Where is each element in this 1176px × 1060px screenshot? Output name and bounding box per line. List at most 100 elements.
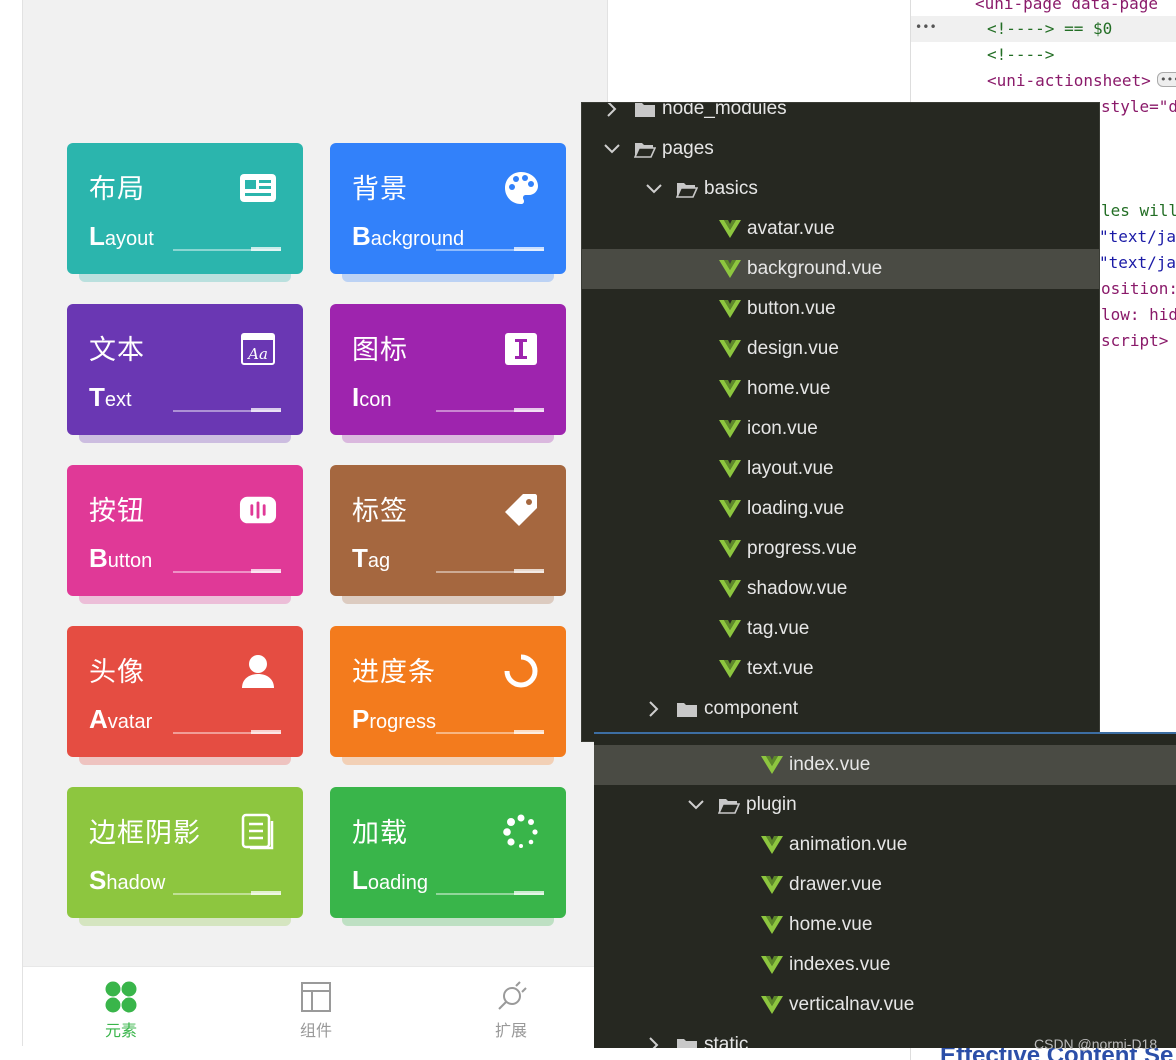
- chevron-down-icon[interactable]: [686, 795, 706, 815]
- devtools-line[interactable]: <uni-page data-page: [975, 0, 1158, 13]
- devtools-line[interactable]: osition:: [1101, 279, 1176, 298]
- file-explorer-panel: node_modules pages basics avatar.vue backgro…: [581, 102, 1100, 742]
- card-title: 进度条: [352, 657, 436, 688]
- file-label: home.vue: [747, 378, 831, 399]
- file-shadow[interactable]: shadow.vue: [582, 569, 1099, 609]
- vue-file-icon: [761, 995, 783, 1015]
- file-label: button.vue: [747, 298, 836, 319]
- file-label: layout.vue: [747, 458, 834, 479]
- tab-label: 组件: [299, 1021, 332, 1040]
- card-text[interactable]: 文本 Text Aa: [67, 304, 303, 443]
- card-subtitle-rest: ag: [367, 550, 391, 572]
- file-label: text.vue: [747, 658, 814, 679]
- file-avatar[interactable]: avatar.vue: [582, 209, 1099, 249]
- file-index[interactable]: index.vue: [594, 745, 1176, 785]
- tab-label: 扩展: [494, 1021, 527, 1040]
- card-title: 背景: [352, 174, 408, 205]
- folder-component[interactable]: component: [582, 689, 1099, 729]
- card-tag[interactable]: 标签 Tag: [330, 465, 566, 604]
- file-indexes[interactable]: indexes.vue: [594, 945, 1176, 985]
- devtools-line[interactable]: low: hid: [1101, 305, 1176, 324]
- vue-file-icon: [719, 219, 741, 239]
- devtools-line[interactable]: style="d: [1101, 97, 1176, 116]
- file-label: home.vue: [789, 914, 873, 935]
- file-home[interactable]: home.vue: [582, 369, 1099, 409]
- vue-file-icon: [719, 539, 741, 559]
- card-subtitle-rest: ext: [104, 389, 132, 411]
- card-face: [330, 626, 566, 757]
- file-drawer[interactable]: drawer.vue: [594, 865, 1176, 905]
- watermark: CSDN @normi-D18: [1034, 1036, 1158, 1052]
- card-button[interactable]: 按钮 Button: [67, 465, 303, 604]
- devtools-line[interactable]: <!---->: [987, 45, 1054, 64]
- vue-file-icon: [761, 755, 783, 775]
- folder-icon: [664, 1036, 698, 1048]
- vue-file-icon: [719, 579, 741, 599]
- file-label: basics: [704, 178, 758, 199]
- devtools-ellipsis[interactable]: •••: [915, 20, 937, 34]
- spinner-icon: [502, 813, 540, 851]
- file-verticalnav[interactable]: verticalnav.vue: [594, 985, 1176, 1025]
- chevron-down-icon[interactable]: [602, 139, 622, 159]
- card-underline: [436, 891, 544, 895]
- tab-bar: 元素 组件 扩展: [23, 966, 607, 1046]
- chevron-right-icon[interactable]: [602, 103, 622, 119]
- card-shadow[interactable]: 边框阴影 Shadow: [67, 787, 303, 926]
- folder-pages[interactable]: pages: [582, 129, 1099, 169]
- file-button[interactable]: button.vue: [582, 289, 1099, 329]
- card-title: 边框阴影: [89, 818, 201, 849]
- card-title: 标签: [352, 496, 408, 527]
- folder-icon: [664, 700, 698, 718]
- card-subtitle: Text: [89, 382, 132, 413]
- file-animation[interactable]: animation.vue: [594, 825, 1176, 865]
- folder-node-modules[interactable]: node_modules: [582, 103, 1099, 129]
- file-layout[interactable]: layout.vue: [582, 449, 1099, 489]
- card-subtitle: Progress: [352, 704, 436, 735]
- card-icon[interactable]: 图标 Icon: [330, 304, 566, 443]
- chevron-down-icon[interactable]: [644, 179, 664, 199]
- file-label: progress.vue: [747, 538, 857, 559]
- card-layout[interactable]: 布局 Layout: [67, 143, 303, 282]
- mobile-app: 布局 Layout 背景 Background 文本 Text Aa 图标 Icon 按钮 Butt…: [22, 0, 608, 1046]
- folder-basics[interactable]: basics: [582, 169, 1099, 209]
- layout-icon: [266, 977, 366, 1017]
- folder-plugin[interactable]: plugin: [594, 785, 1176, 825]
- devtools-line[interactable]: "text/ja: [1099, 227, 1176, 246]
- card-progress[interactable]: 进度条 Progress: [330, 626, 566, 765]
- card-loading[interactable]: 加载 Loading: [330, 787, 566, 926]
- file-tag[interactable]: tag.vue: [582, 609, 1099, 649]
- devtools-line[interactable]: "text/ja: [1099, 253, 1176, 272]
- card-underline: [173, 569, 281, 573]
- file-label: icon.vue: [747, 418, 818, 439]
- vue-file-icon: [719, 619, 741, 639]
- file-label: design.vue: [747, 338, 839, 359]
- file-text[interactable]: text.vue: [582, 649, 1099, 689]
- devtools-line[interactable]: script>: [1101, 331, 1168, 350]
- file-design[interactable]: design.vue: [582, 329, 1099, 369]
- devtools-line[interactable]: <uni-actionsheet>: [987, 71, 1151, 90]
- devtools-line[interactable]: <!----> == $0: [987, 19, 1112, 38]
- file-loading[interactable]: loading.vue: [582, 489, 1099, 529]
- tab-elements[interactable]: 元素: [71, 977, 171, 1041]
- card-subtitle-rest: ackground: [370, 228, 465, 250]
- file-progress[interactable]: progress.vue: [582, 529, 1099, 569]
- card-face: [67, 626, 303, 757]
- card-avatar[interactable]: 头像 Avatar: [67, 626, 303, 765]
- file-home[interactable]: home.vue: [594, 905, 1176, 945]
- file-background[interactable]: background.vue: [582, 249, 1099, 289]
- card-face: [67, 304, 303, 435]
- card-subtitle-rest: con: [359, 389, 392, 411]
- user-icon: [239, 652, 277, 690]
- card-background[interactable]: 背景 Background: [330, 143, 566, 282]
- devtools-more-badge[interactable]: •••: [1157, 72, 1176, 87]
- devtools-line[interactable]: les will: [1101, 201, 1176, 220]
- card-face: [330, 304, 566, 435]
- card-subtitle-rest: ayout: [104, 228, 154, 250]
- chevron-right-icon[interactable]: [644, 1035, 664, 1048]
- card-title: 布局: [89, 174, 145, 205]
- tab-extensions[interactable]: 扩展: [461, 977, 561, 1041]
- file-icon[interactable]: icon.vue: [582, 409, 1099, 449]
- chevron-right-icon[interactable]: [644, 699, 664, 719]
- tab-components[interactable]: 组件: [266, 977, 366, 1041]
- file-label: tag.vue: [747, 618, 810, 639]
